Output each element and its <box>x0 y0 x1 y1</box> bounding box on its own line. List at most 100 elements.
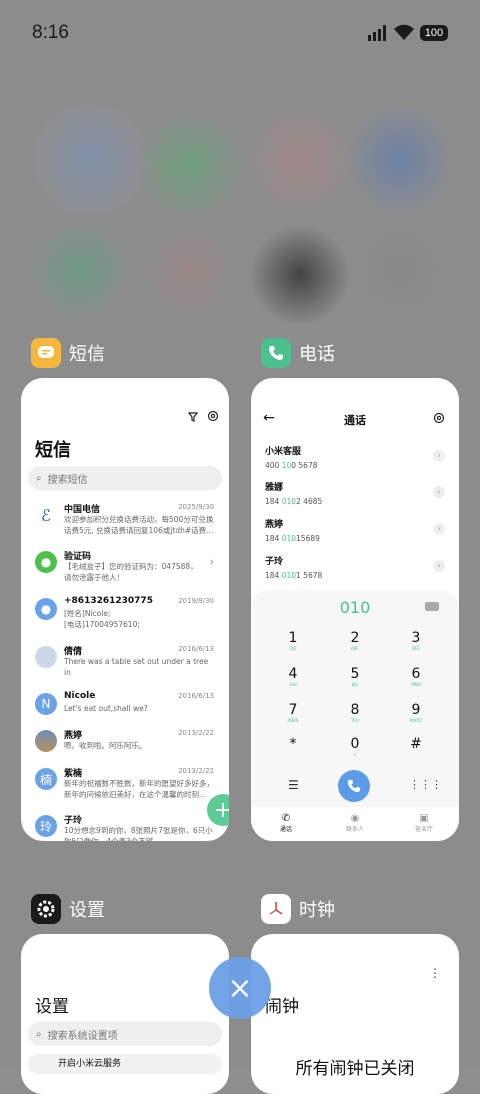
sms-toolbar <box>187 410 219 422</box>
message-date: 2013/2/22 <box>178 729 214 737</box>
clock-app-card[interactable]: ⋮ 闹钟 所有闹钟已关闭 <box>251 934 459 1094</box>
store-icon: ▣ <box>419 813 429 824</box>
bottom-tab-bar: ✆ 通话 ◉ 联系人 ▣ 营业厅 <box>251 807 459 841</box>
chevron-right-icon[interactable]: › <box>433 486 445 498</box>
contact-number: 184 0102 4685 <box>265 497 323 506</box>
chevron-right-icon[interactable]: › <box>433 523 445 535</box>
close-all-button[interactable]: × <box>209 957 271 1019</box>
contact-row[interactable]: 子玲 184 0101 5678 › <box>265 554 445 580</box>
message-preview: Let's eat out,shall we? <box>64 704 148 713</box>
menu-icon[interactable]: ☰ <box>288 778 299 792</box>
keypad-grid-icon[interactable]: ⋮⋮⋮ <box>409 778 442 791</box>
gear-icon[interactable] <box>207 410 219 422</box>
contact-row[interactable]: 雅娜 184 0102 4685 › <box>265 480 445 506</box>
tab-calls[interactable]: ✆ 通话 <box>261 813 311 833</box>
chevron-right-icon[interactable]: › <box>433 560 445 572</box>
page-title: 设置 <box>35 997 69 1017</box>
person-icon: ◉ <box>350 813 360 824</box>
dial-key[interactable]: # <box>396 736 436 758</box>
contact-name: 燕婷 <box>265 520 284 530</box>
page-title: 短信 <box>35 440 71 461</box>
contact-name: 子玲 <box>265 557 284 567</box>
new-message-button[interactable]: + <box>207 794 229 826</box>
contact-number: 400 100 5678 <box>265 461 318 470</box>
phone-icon <box>261 338 291 368</box>
avatar: N <box>35 693 57 715</box>
dial-key[interactable]: 0 + <box>335 736 375 758</box>
page-title: 通话 <box>344 414 366 427</box>
message-icon <box>31 338 61 368</box>
message-preview: 嗯。收到啦。阿乐阿乐。 <box>64 741 147 750</box>
search-input[interactable]: ⌕ 搜索短信 <box>28 466 222 490</box>
contact-row[interactable]: 燕婷 184 01015689 › <box>265 517 445 543</box>
message-date: 2025/9/30 <box>178 503 214 511</box>
contact-number: 184 01015689 <box>265 534 320 543</box>
app-name: 短信 <box>69 344 105 365</box>
page-title: 闹钟 <box>265 997 299 1017</box>
message-preview: 新年的祝福数不胜数，新年的愿望好多好多， 新年的问候依旧美好，在这个温馨的时刻.… <box>64 779 214 799</box>
contact-name: 小米客服 <box>265 447 302 457</box>
dial-key[interactable]: 9 WXYZ <box>396 702 436 724</box>
dialpad: 010 1 QQ 2 ABC 3 DEF 4 GHI 5 JKL 6 MNO 7 PQRS 8… <box>251 590 459 841</box>
message-preview: 【毛绒盒子】您的验证码为：047588， 请勿泄露于他人！ <box>64 562 198 582</box>
search-input[interactable]: ⌕ 搜索系统设置项 <box>28 1022 222 1046</box>
signal-icon <box>368 25 386 41</box>
dial-key[interactable]: 5 JKL <box>335 666 375 688</box>
status-time: 8:16 <box>32 22 69 43</box>
tab-service-hall[interactable]: ▣ 营业厅 <box>399 813 449 833</box>
dial-key[interactable]: 2 ABC <box>335 630 375 652</box>
app-name: 时钟 <box>299 900 335 921</box>
sender-name: +8613261230775 <box>64 596 153 606</box>
phone-app-card[interactable]: ← 通话 小米客服 400 100 5678 › 雅娜 184 0102 468… <box>251 378 459 841</box>
search-placeholder: 搜索短信 <box>47 474 88 486</box>
app-label-settings[interactable]: 设置 <box>31 894 105 924</box>
call-button[interactable] <box>338 770 370 802</box>
telecom-logo-icon: ℰ <box>35 504 57 526</box>
dial-key[interactable]: 4 GHI <box>273 666 313 688</box>
avatar: 玲 <box>35 815 57 837</box>
app-label-sms[interactable]: 短信 <box>31 338 105 368</box>
dial-key[interactable]: 7 PQRS <box>273 702 313 724</box>
search-placeholder: 搜索系统设置项 <box>47 1030 118 1042</box>
dial-key[interactable]: 3 DEF <box>396 630 436 652</box>
avatar <box>35 730 57 752</box>
gear-icon <box>31 894 61 924</box>
person-icon: ● <box>35 598 57 620</box>
message-preview: 10分想念9到的你，8张照片7张是你，6只小 狗5只像你，4个表3个不够... <box>64 826 213 841</box>
chevron-right-icon[interactable]: › <box>433 450 445 462</box>
contact-name: 雅娜 <box>265 483 284 493</box>
phone-icon: ✆ <box>281 813 291 824</box>
dial-key[interactable]: * <box>273 736 313 758</box>
dial-key[interactable]: 1 QQ <box>273 630 313 652</box>
backspace-icon[interactable] <box>425 602 439 611</box>
message-preview: There was a table set out under a tree i… <box>64 657 209 677</box>
sms-app-card[interactable]: 短信 ⌕ 搜索短信 ℰ 中国电信 2025/9/30 欢迎参加积分兑换话费活动，… <box>21 378 229 841</box>
gear-icon[interactable] <box>433 412 445 424</box>
contact-row[interactable]: 小米客服 400 100 5678 › <box>265 444 445 470</box>
tab-contacts[interactable]: ◉ 联系人 <box>330 813 380 833</box>
message-date: 2016/6/13 <box>178 645 214 653</box>
settings-app-card[interactable]: 设置 ⌕ 搜索系统设置项 开启小米云服务 <box>21 934 229 1094</box>
status-bar: 8:16 100 <box>0 0 480 66</box>
app-name: 电话 <box>299 344 335 365</box>
dial-key[interactable]: 6 MNO <box>396 666 436 688</box>
message-date: 2013/2/22 <box>178 767 214 775</box>
wifi-icon <box>394 24 414 40</box>
search-icon: ⌕ <box>36 1028 42 1040</box>
clock-icon <box>261 894 291 924</box>
settings-row[interactable]: 开启小米云服务 <box>28 1054 222 1074</box>
app-label-clock[interactable]: 时钟 <box>261 894 335 924</box>
phone-header: ← 通话 <box>251 410 459 430</box>
app-label-phone[interactable]: 电话 <box>261 338 335 368</box>
avatar: 楠 <box>35 768 57 790</box>
dial-key[interactable]: 8 TUV <box>335 702 375 724</box>
app-name: 设置 <box>69 900 105 921</box>
contact-number: 184 0101 5678 <box>265 571 323 580</box>
sender-name: Nicole <box>64 691 96 701</box>
message-preview: 欢迎参加积分兑换话费活动，每500分可兑换 话费5元, 兑换话费请回复106或j… <box>64 515 214 535</box>
more-options-icon[interactable]: ⋮ <box>429 966 441 980</box>
spam-filter-icon[interactable] <box>187 410 199 422</box>
message-preview: [姓名]Nicole; [电话]17004957610; <box>64 609 140 629</box>
phone-icon <box>347 779 361 793</box>
message-date: 2019/9/30 <box>178 597 214 605</box>
